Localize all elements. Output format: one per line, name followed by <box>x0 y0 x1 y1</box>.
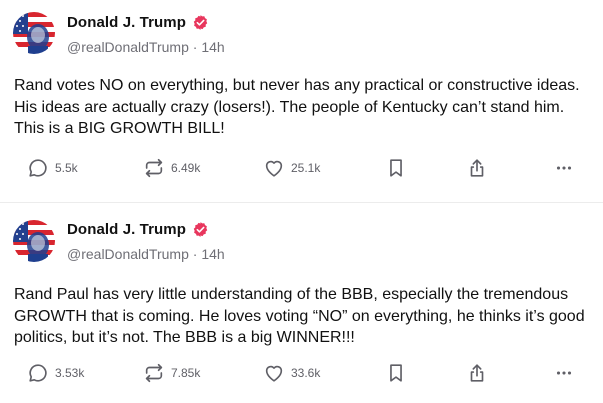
bookmark-icon <box>385 157 407 179</box>
bookmark-button[interactable] <box>385 156 407 180</box>
author-row[interactable]: Donald J. Trump <box>67 14 209 31</box>
heart-icon <box>263 362 285 384</box>
repost-icon <box>143 157 165 179</box>
repost-count: 7.85k <box>171 366 201 380</box>
post[interactable]: Donald J. Trump @realDonaldTrump · 14h R… <box>0 203 603 403</box>
share-button[interactable] <box>466 361 488 385</box>
heart-icon <box>263 157 285 179</box>
author-name[interactable]: Donald J. Trump <box>67 221 186 238</box>
like-button[interactable]: 25.1k <box>263 156 320 180</box>
post-text: Rand votes NO on everything, but never h… <box>14 77 580 137</box>
more-button[interactable] <box>553 361 575 385</box>
share-icon <box>466 362 488 384</box>
repost-count: 6.49k <box>171 161 201 175</box>
action-bar: 5.5k 6.49k 25.1k <box>0 156 603 180</box>
like-count: 25.1k <box>291 161 321 175</box>
more-icon <box>553 157 575 179</box>
author-handle[interactable]: @realDonaldTrump <box>67 39 189 55</box>
post[interactable]: Donald J. Trump @realDonaldTrump · 14h R… <box>0 0 603 203</box>
repost-icon <box>143 362 165 384</box>
post-time[interactable]: 14h <box>201 39 224 55</box>
reply-button[interactable]: 5.5k <box>27 156 78 180</box>
post-time[interactable]: 14h <box>201 246 224 262</box>
like-count: 33.6k <box>291 366 321 380</box>
handle-row: @realDonaldTrump · 14h <box>67 246 225 262</box>
more-button[interactable] <box>553 156 575 180</box>
separator: · <box>192 39 198 55</box>
handle-row: @realDonaldTrump · 14h <box>67 39 225 55</box>
separator: · <box>192 246 198 262</box>
verified-badge-icon <box>192 221 209 238</box>
reply-button[interactable]: 3.53k <box>27 361 84 385</box>
action-bar: 3.53k 7.85k 33.6k <box>0 361 603 385</box>
share-button[interactable] <box>466 156 488 180</box>
avatar[interactable] <box>13 220 55 262</box>
bookmark-button[interactable] <box>385 361 407 385</box>
verified-badge-icon <box>192 14 209 31</box>
reply-icon <box>27 157 49 179</box>
reply-count: 3.53k <box>55 366 85 380</box>
avatar[interactable] <box>13 12 55 54</box>
reply-icon <box>27 362 49 384</box>
author-name[interactable]: Donald J. Trump <box>67 14 186 31</box>
post-text: Rand Paul has very little understanding … <box>14 286 585 346</box>
repost-button[interactable]: 6.49k <box>143 156 200 180</box>
author-row[interactable]: Donald J. Trump <box>67 221 209 238</box>
author-handle[interactable]: @realDonaldTrump <box>67 246 189 262</box>
bookmark-icon <box>385 362 407 384</box>
more-icon <box>553 362 575 384</box>
repost-button[interactable]: 7.85k <box>143 361 200 385</box>
reply-count: 5.5k <box>55 161 78 175</box>
share-icon <box>466 157 488 179</box>
like-button[interactable]: 33.6k <box>263 361 320 385</box>
